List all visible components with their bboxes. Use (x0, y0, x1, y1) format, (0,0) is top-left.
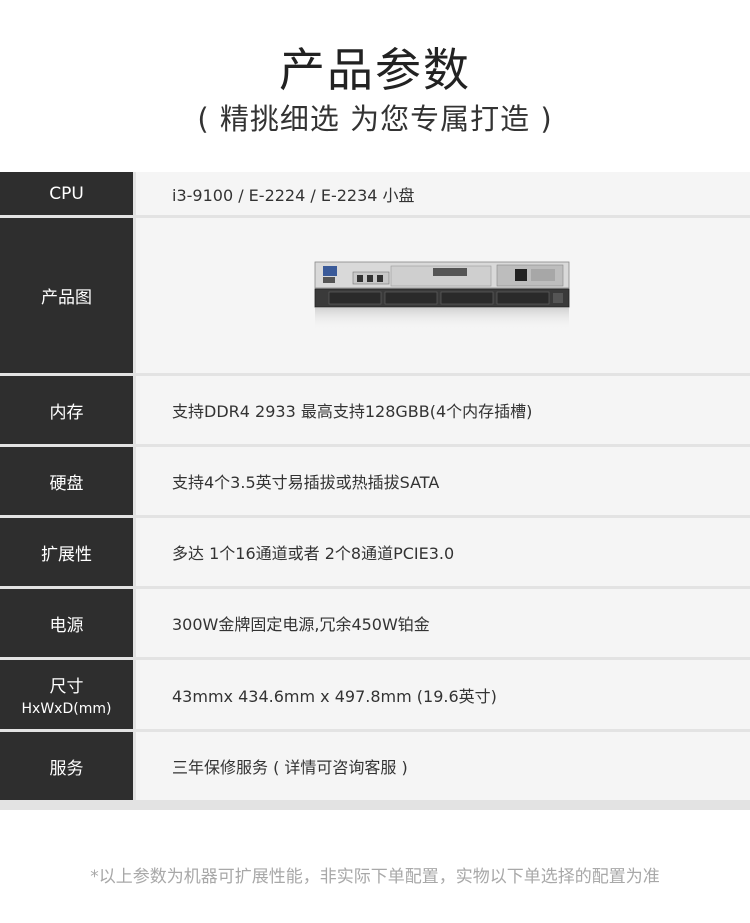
spec-row-power: 电源 300W金牌固定电源,冗余450W铂金 (0, 589, 750, 660)
spec-row-memory: 内存 支持DDR4 2933 最高支持128GBB(4个内存插槽) (0, 376, 750, 447)
spec-label-text: 扩展性 (41, 544, 92, 565)
spec-label-text: 产品图 (41, 288, 92, 308)
spec-row-dimensions: 尺寸 HxWxD(mm) 43mmx 434.6mm x 497.8mm (19… (0, 660, 750, 732)
spec-label-text: 内存 (49, 402, 84, 423)
spec-value: 多达 1个16通道或者 2个8通道PCIE3.0 (136, 518, 750, 586)
spec-row-service: 服务 三年保修服务 ( 详情可咨询客服 ) (0, 732, 750, 803)
spec-label-text: 硬盘 (49, 473, 84, 494)
spec-row-product-image: 产品图 (0, 218, 750, 376)
spec-value: 三年保修服务 ( 详情可咨询客服 ) (136, 732, 750, 800)
spec-label: 扩展性 (0, 518, 136, 586)
spec-value: i3-9100 / E-2224 / E-2234 小盘 (136, 172, 750, 215)
server-rack-image (314, 261, 570, 330)
spec-table: CPU i3-9100 / E-2224 / E-2234 小盘 产品图 内存 … (0, 172, 750, 810)
product-image (136, 218, 750, 373)
spec-label: 硬盘 (0, 447, 136, 515)
page-header: 产品参数 ( 精挑细选 为您专属打造 ) (0, 0, 750, 172)
spec-value: 43mmx 434.6mm x 497.8mm (19.6英寸) (136, 660, 750, 729)
spec-label-text: CPU (49, 183, 84, 204)
spec-value: 支持4个3.5英寸易插拔或热插拔SATA (136, 447, 750, 515)
spec-value: 300W金牌固定电源,冗余450W铂金 (136, 589, 750, 657)
spec-value: 支持DDR4 2933 最高支持128GBB(4个内存插槽) (136, 376, 750, 444)
table-bottom-divider (0, 803, 750, 810)
spec-label: 电源 (0, 589, 136, 657)
spec-row-cpu: CPU i3-9100 / E-2224 / E-2234 小盘 (0, 172, 750, 218)
spec-row-expansion: 扩展性 多达 1个16通道或者 2个8通道PCIE3.0 (0, 518, 750, 589)
spec-label: 产品图 (0, 218, 136, 373)
spec-row-storage: 硬盘 支持4个3.5英寸易插拔或热插拔SATA (0, 447, 750, 518)
spec-label-text: 尺寸 (49, 677, 84, 697)
page-title: 产品参数 (279, 43, 471, 97)
spec-label: 服务 (0, 732, 136, 800)
footer-note: *以上参数为机器可扩展性能，非实际下单配置，实物以下单选择的配置为准 (90, 867, 660, 887)
spec-label: 尺寸 HxWxD(mm) (0, 660, 136, 729)
page-subtitle: ( 精挑细选 为您专属打造 ) (197, 102, 553, 136)
spec-label-subtext: HxWxD(mm) (21, 701, 112, 717)
spec-label-text: 服务 (49, 758, 84, 779)
spec-label: CPU (0, 172, 136, 215)
spec-label-text: 电源 (49, 615, 84, 636)
spec-label: 内存 (0, 376, 136, 444)
